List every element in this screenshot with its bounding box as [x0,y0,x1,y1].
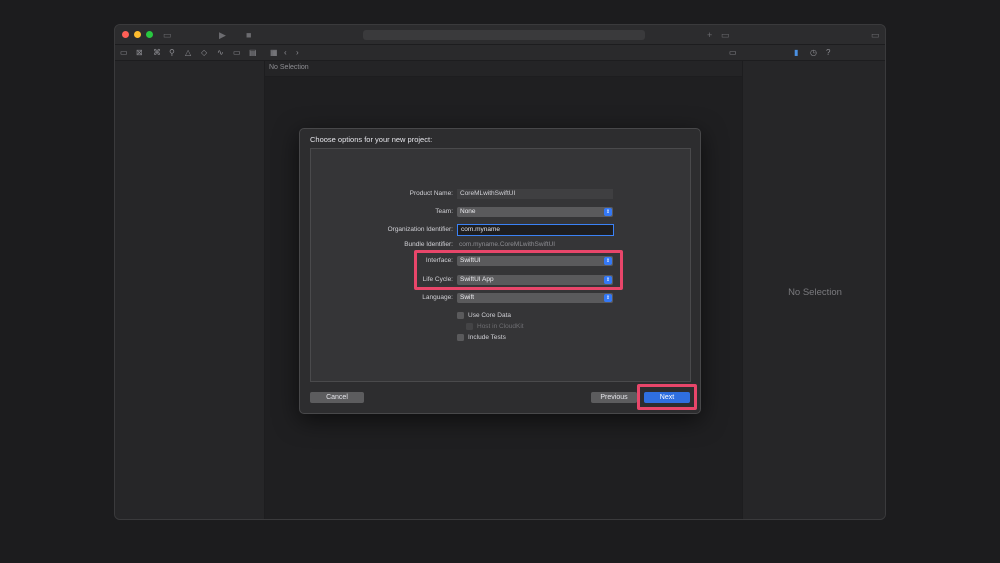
popup-arrows-icon: ⇕ [604,208,612,216]
help-icon[interactable]: ? [826,47,830,59]
stop-icon[interactable]: ■ [246,29,251,41]
navigator-pane [115,61,265,519]
report-icon[interactable]: ▤ [249,47,257,59]
breakpoint-icon[interactable]: ▭ [233,47,241,59]
previous-button[interactable]: Previous [591,392,637,403]
activity-viewer [363,30,645,40]
warning-icon[interactable]: △ [185,47,191,59]
interface-lifecycle-highlight [414,250,623,290]
sidebar-toggle-icon[interactable]: ▭ [163,29,172,41]
popup-arrows-icon: ⇕ [604,294,612,302]
symbol-icon[interactable]: ⌘ [153,47,161,59]
inspector-empty-label: No Selection [788,287,842,298]
history-icon[interactable]: ◷ [810,47,817,59]
product-name-label: Product Name: [409,190,453,197]
team-popup[interactable]: None ⇕ [457,207,613,217]
title-bar: ▭ ▶ ■ + ▭ ▭ [115,25,885,45]
back-icon[interactable]: ‹ [284,47,287,59]
inspector-pane: No Selection [742,61,885,519]
file-inspector-icon[interactable]: ▮ [794,47,798,59]
next-button-highlight [637,384,697,410]
language-label: Language: [422,294,453,301]
organization-identifier-label: Organization Identifier: [387,226,453,233]
search-icon[interactable]: ⚲ [169,47,175,59]
include-tests-label: Include Tests [468,334,506,341]
folder-icon[interactable]: ▭ [120,47,128,59]
minimize-window-button[interactable] [134,31,141,38]
zoom-window-button[interactable] [146,31,153,38]
add-icon[interactable]: + [707,29,712,41]
use-core-data-checkbox[interactable] [457,312,464,319]
use-core-data-label: Use Core Data [468,312,511,319]
organization-identifier-field[interactable]: com.myname [457,224,614,236]
inspector-toggle-icon[interactable]: ▭ [871,29,880,41]
team-value: None [460,208,476,215]
close-window-button[interactable] [122,31,129,38]
jump-bar: No Selection [265,61,742,77]
host-in-cloudkit-checkbox [466,323,473,330]
source-control-icon[interactable]: ⊠ [136,47,143,59]
bundle-identifier-value: com.myname.CoreMLwithSwiftUI [459,241,556,248]
language-popup[interactable]: Swift ⇕ [457,293,613,303]
add-editor-icon[interactable]: ▭ [729,47,737,59]
forward-icon[interactable]: › [296,47,299,59]
navigator-toolbar: ▭ ⊠ ⌘ ⚲ △ ◇ ∿ ▭ ▤ ▦ ‹ › ▭ ▮ ◷ ? [115,45,885,61]
bundle-identifier-label: Bundle Identifier: [404,241,453,248]
cancel-button[interactable]: Cancel [310,392,364,403]
team-label: Team: [435,208,453,215]
host-in-cloudkit-label: Host in CloudKit [477,323,524,330]
grid-icon[interactable]: ▦ [270,47,278,59]
language-value: Swift [460,294,475,301]
debug-icon[interactable]: ∿ [217,47,224,59]
product-name-field[interactable]: CoreMLwithSwiftUI [457,189,613,199]
include-tests-checkbox[interactable] [457,334,464,341]
jump-bar-label: No Selection [269,64,309,71]
sheet-title: Choose options for your new project: [310,135,433,144]
test-icon[interactable]: ◇ [201,47,207,59]
split-icon[interactable]: ▭ [721,29,730,41]
run-icon[interactable]: ▶ [219,29,226,41]
